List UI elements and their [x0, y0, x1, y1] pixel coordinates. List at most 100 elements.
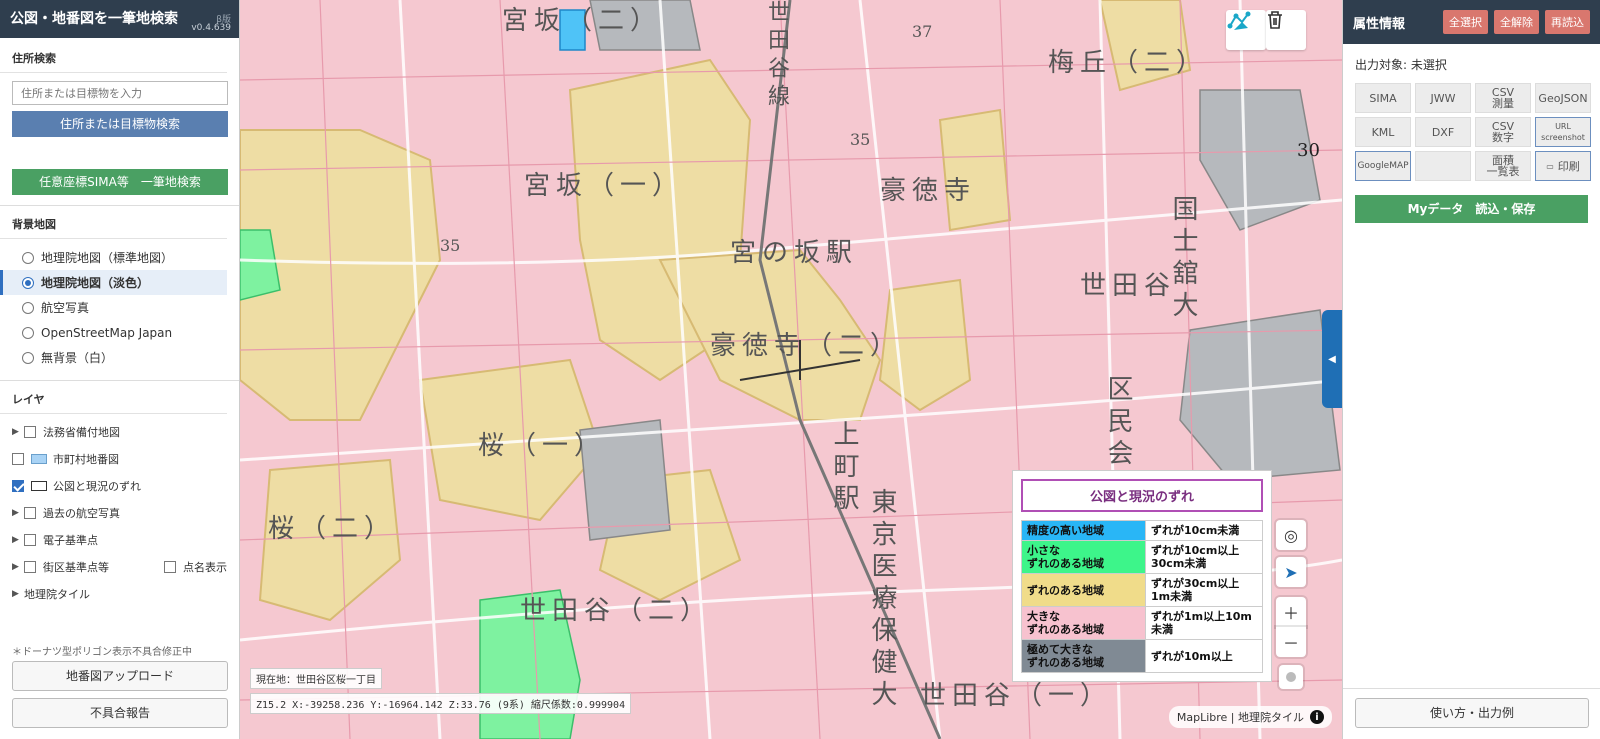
polygon-draw-icon — [1227, 11, 1251, 30]
checkbox[interactable] — [12, 452, 24, 465]
attribute-panel: 属性情報 全選択 全解除 再読込 出力対象: 未選択 SIMA JWW CSV … — [1342, 0, 1600, 739]
attribution-text: MapLibre | 地理院タイル — [1176, 711, 1304, 724]
legend-desc: ずれが30cm以上 1m未満 — [1145, 573, 1263, 607]
basemap-option-standard[interactable]: 地理院地図（標準地図） — [0, 245, 239, 270]
map-number: 35 — [440, 236, 461, 255]
radio-button[interactable] — [22, 251, 34, 264]
checkbox[interactable] — [24, 533, 36, 546]
legend-desc: ずれが1m以上10m 未満 — [1145, 606, 1263, 640]
zoom-in-button[interactable]: ＋ — [1276, 597, 1306, 627]
legend-label: 大きな ずれのある地域 — [1021, 606, 1146, 640]
delete-drawing-button[interactable] — [1266, 10, 1306, 50]
export-csv-number-button[interactable]: CSV 数字 — [1475, 117, 1531, 147]
layer-municipal-lot-map[interactable]: 市町村地番図 — [0, 445, 239, 472]
checkbox[interactable] — [24, 506, 36, 519]
basemap-heading: 背景地図 — [0, 216, 227, 239]
mydata-button[interactable]: Myデータ 読込・保存 — [1355, 195, 1588, 223]
legend-row: 小さな ずれのある地域 ずれが10cm以上 30cm未満 — [1021, 540, 1263, 574]
address-search-input[interactable] — [12, 81, 228, 105]
export-jww-button[interactable]: JWW — [1415, 83, 1471, 113]
legend-row: ずれのある地域 ずれが30cm以上 1m未満 — [1021, 573, 1263, 607]
divider — [0, 205, 239, 206]
trash-icon — [1268, 11, 1282, 29]
info-icon[interactable]: i — [1310, 710, 1324, 724]
select-all-button[interactable]: 全選択 — [1443, 10, 1488, 34]
expand-arrow-icon[interactable]: ▶ — [12, 508, 24, 518]
legend-desc: ずれが10cm以上 30cm未満 — [1145, 540, 1263, 574]
navigate-button[interactable]: ➤ — [1276, 557, 1306, 587]
map-label: 上町駅 — [829, 420, 859, 516]
legend-table: 精度の高い地域 ずれが10cm未満 小さな ずれのある地域 ずれが10cm以上 30… — [1021, 520, 1263, 673]
legend-row: 精度の高い地域 ずれが10cm未満 — [1021, 520, 1263, 541]
area-list-button[interactable]: 面積 一覧表 — [1475, 151, 1531, 181]
help-button[interactable]: 使い方・出力例 — [1355, 698, 1589, 728]
google-map-button[interactable]: GoogleMAP — [1355, 151, 1411, 181]
checkbox[interactable] — [24, 560, 36, 573]
expand-arrow-icon[interactable]: ▶ — [12, 589, 24, 599]
print-label: 印刷 — [1557, 159, 1580, 173]
map-canvas[interactable]: 宮坂（二） 梅丘（二） 宮坂（一） 豪徳寺 宮の坂駅 世田谷 国士舘大 豪徳寺（… — [240, 0, 1342, 739]
radio-button[interactable] — [22, 301, 34, 314]
deselect-all-button[interactable]: 全解除 — [1494, 10, 1539, 34]
checkbox-checked[interactable] — [12, 479, 24, 492]
checkbox[interactable] — [24, 425, 36, 438]
layer-past-aerial[interactable]: ▶ 過去の航空写真 — [0, 499, 239, 526]
left-sidebar: 公図・地番図を一筆地検索 β版 v0.4.639 住所検索 住所または目標物検索… — [0, 0, 240, 739]
basemap-label: OpenStreetMap Japan — [41, 325, 173, 340]
basemap-option-aerial[interactable]: 航空写真 — [0, 295, 239, 320]
attribute-header: 属性情報 全選択 全解除 再読込 — [1343, 0, 1600, 44]
export-geojson-button[interactable]: GeoJSON — [1535, 83, 1591, 113]
reload-button[interactable]: 再読込 — [1545, 10, 1590, 34]
legend-desc: ずれが10m以上 — [1145, 639, 1263, 673]
export-sima-button[interactable]: SIMA — [1355, 83, 1411, 113]
export-csv-survey-button[interactable]: CSV 測量 — [1475, 83, 1531, 113]
zoom-out-button[interactable]: － — [1276, 627, 1306, 657]
legend-title: 公図と現況のずれ — [1021, 479, 1263, 512]
map-label: 桜（一） — [478, 431, 607, 461]
radio-button[interactable] — [22, 326, 34, 339]
basemap-option-blank[interactable]: 無背景（白） — [0, 345, 239, 370]
address-search-button[interactable]: 住所または目標物検索 — [12, 111, 228, 137]
layer-gsi-tiles[interactable]: ▶ 地理院タイル — [0, 580, 239, 607]
layer-moj-map[interactable]: ▶ 法務省備付地図 — [0, 418, 239, 445]
upload-button[interactable]: 地番図アップロード — [12, 661, 228, 691]
sima-search-button[interactable]: 任意座標SIMA等 一筆地検索 — [12, 169, 228, 195]
compass-button[interactable] — [1279, 665, 1303, 689]
radio-button-selected[interactable] — [22, 276, 34, 289]
map-label: 世田谷（二） — [520, 596, 713, 626]
basemap-option-osm[interactable]: OpenStreetMap Japan — [0, 320, 239, 345]
map-label: 宮坂（二） — [502, 6, 663, 36]
map-number: 37 — [912, 22, 933, 41]
empty-slot — [1415, 151, 1471, 181]
radio-button[interactable] — [22, 351, 34, 364]
draw-polygon-button[interactable] — [1226, 10, 1266, 50]
report-button[interactable]: 不具合報告 — [12, 698, 228, 728]
panel-collapse-button[interactable]: ◀ — [1322, 310, 1342, 408]
layer-block-points[interactable]: ▶ 街区基準点等 点名表示 — [0, 553, 239, 580]
print-button[interactable]: ▭ 印刷 — [1535, 151, 1591, 181]
map-attribution: MapLibre | 地理院タイル i — [1168, 706, 1332, 728]
export-button-grid: SIMA JWW CSV 測量 GeoJSON KML DXF CSV 数字 U… — [1343, 73, 1600, 181]
expand-arrow-icon[interactable]: ▶ — [12, 562, 24, 572]
layer-label: 過去の航空写真 — [43, 506, 120, 520]
legend-panel: 公図と現況のずれ 精度の高い地域 ずれが10cm未満 小さな ずれのある地域 ずれが… — [1012, 470, 1272, 682]
map-label: 世田谷 — [1080, 271, 1177, 301]
layer-deviation[interactable]: 公図と現況のずれ — [0, 472, 239, 499]
legend-row: 極めて大きな ずれのある地域 ずれが10m以上 — [1021, 639, 1263, 673]
basemap-label: 地理院地図（標準地図） — [41, 251, 174, 265]
legend-row: 大きな ずれのある地域 ずれが1m以上10m 未満 — [1021, 606, 1263, 640]
export-dxf-button[interactable]: DXF — [1415, 117, 1471, 147]
export-kml-button[interactable]: KML — [1355, 117, 1411, 147]
basemap-label: 無背景（白） — [41, 351, 114, 365]
basemap-label: 航空写真 — [41, 301, 90, 315]
layer-gnss-station[interactable]: ▶ 電子基準点 — [0, 526, 239, 553]
expand-arrow-icon[interactable]: ▶ — [12, 535, 24, 545]
map-label: 区民会 — [1103, 375, 1133, 471]
basemap-option-pale[interactable]: 地理院地図（淡色） — [0, 270, 227, 295]
map-label: 東京医療保健大 — [867, 488, 897, 712]
url-screenshot-button[interactable]: URL screenshot — [1535, 117, 1591, 147]
expand-arrow-icon[interactable]: ▶ — [12, 427, 24, 437]
checkbox[interactable] — [164, 560, 176, 573]
geolocate-button[interactable]: ◎ — [1276, 520, 1306, 550]
attribute-title: 属性情報 — [1353, 16, 1406, 32]
